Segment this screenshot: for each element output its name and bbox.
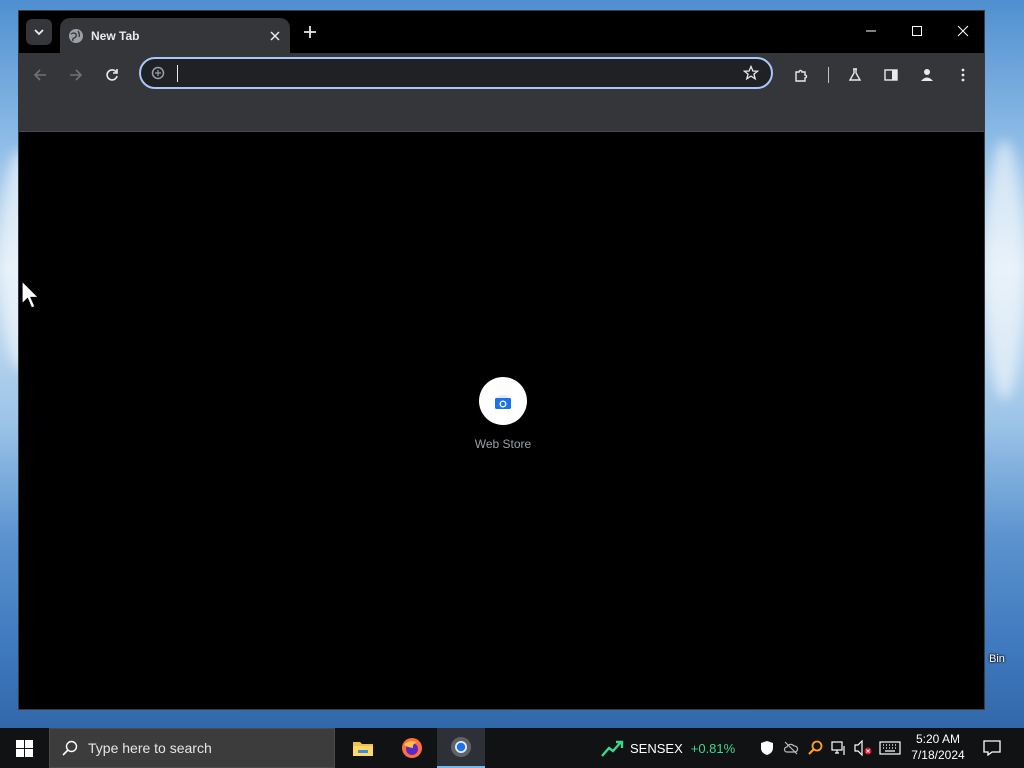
shortcut-web-store[interactable]: Web Store [471, 377, 535, 451]
globe-icon [69, 28, 83, 43]
toolbar [19, 53, 984, 97]
recycle-bin-label[interactable]: Bin [989, 653, 1005, 665]
title-bar: New Tab [19, 11, 984, 53]
side-panel-button[interactable] [878, 62, 904, 88]
tab-search-button[interactable] [26, 19, 52, 45]
labs-button[interactable] [842, 62, 868, 88]
firefox-button[interactable] [388, 728, 436, 768]
back-button[interactable] [27, 62, 53, 88]
side-panel-icon [884, 69, 898, 81]
reload-icon [106, 69, 118, 81]
ticker-name: SENSEX [630, 740, 683, 756]
arrow-right-icon [70, 69, 83, 81]
web-store-tile [479, 377, 527, 425]
network-tray-button[interactable] [827, 728, 851, 768]
star-icon[interactable] [743, 65, 759, 81]
network-icon [831, 741, 845, 755]
puzzle-icon [795, 69, 808, 82]
person-icon [921, 69, 933, 81]
close-window-button[interactable] [940, 11, 986, 51]
taskbar: Type here to search SENSEX +0.81% 5:20 A… [0, 728, 1024, 768]
minimize-icon [866, 30, 876, 32]
mouse-cursor-icon [21, 280, 40, 309]
taskbar-search-box[interactable]: Type here to search [49, 728, 335, 768]
search-tray-button[interactable] [803, 728, 827, 768]
reload-button[interactable] [99, 62, 125, 88]
maximize-icon [912, 26, 922, 36]
extensions-button[interactable] [789, 62, 815, 88]
network-disabled-tray-button[interactable] [779, 728, 803, 768]
plus-icon [304, 26, 316, 38]
folder-icon [353, 742, 373, 756]
web-store-icon [495, 395, 511, 409]
touch-keyboard-button[interactable] [877, 728, 903, 768]
search-placeholder: Type here to search [88, 740, 212, 756]
toolbar-separator [828, 67, 829, 83]
new-tab-button[interactable] [300, 22, 320, 42]
magnifier-icon [808, 740, 823, 755]
cloud-off-icon [783, 741, 799, 755]
chevron-down-icon [34, 29, 44, 36]
search-icon [62, 740, 78, 756]
file-explorer-button[interactable] [339, 728, 387, 768]
shortcut-label: Web Store [474, 437, 532, 451]
search-engine-icon [151, 66, 165, 80]
profile-button[interactable] [914, 62, 940, 88]
volume-tray-button[interactable] [851, 728, 875, 768]
security-tray-button[interactable] [755, 728, 779, 768]
close-icon [957, 25, 969, 37]
maximize-button[interactable] [894, 11, 940, 51]
wallpaper-cloud [985, 140, 1024, 400]
taskbar-clock[interactable]: 5:20 AM 7/18/2024 [906, 731, 970, 763]
flask-icon [848, 68, 862, 81]
tab-new-tab[interactable]: New Tab [60, 18, 290, 53]
bookmarks-bar [19, 97, 984, 132]
ticker-change: +0.81% [690, 740, 736, 756]
minimize-button[interactable] [848, 11, 894, 51]
start-button[interactable] [0, 728, 48, 768]
arrow-left-icon [33, 69, 46, 81]
browser-window: New Tab Web Store [18, 10, 985, 710]
action-center-button[interactable] [976, 728, 1008, 768]
close-tab-button[interactable] [266, 27, 284, 45]
chrome-icon [451, 737, 471, 757]
notification-icon [983, 740, 1001, 756]
tab-title: New Tab [91, 28, 140, 43]
menu-button[interactable] [950, 62, 976, 88]
stock-ticker-widget[interactable]: SENSEX +0.81% [600, 728, 735, 768]
shield-icon [761, 741, 773, 755]
address-bar[interactable] [139, 57, 773, 89]
firefox-icon [402, 738, 422, 758]
windows-logo-icon [15, 739, 33, 757]
forward-button[interactable] [63, 62, 89, 88]
clock-time: 5:20 AM [915, 732, 961, 746]
clock-date: 7/18/2024 [911, 748, 965, 762]
speaker-muted-icon [854, 740, 872, 756]
keyboard-icon [879, 741, 901, 755]
more-vertical-icon [961, 68, 965, 82]
chrome-button[interactable] [437, 728, 485, 768]
close-icon [270, 30, 280, 41]
trending-up-icon [601, 740, 624, 757]
address-input[interactable] [175, 63, 739, 85]
